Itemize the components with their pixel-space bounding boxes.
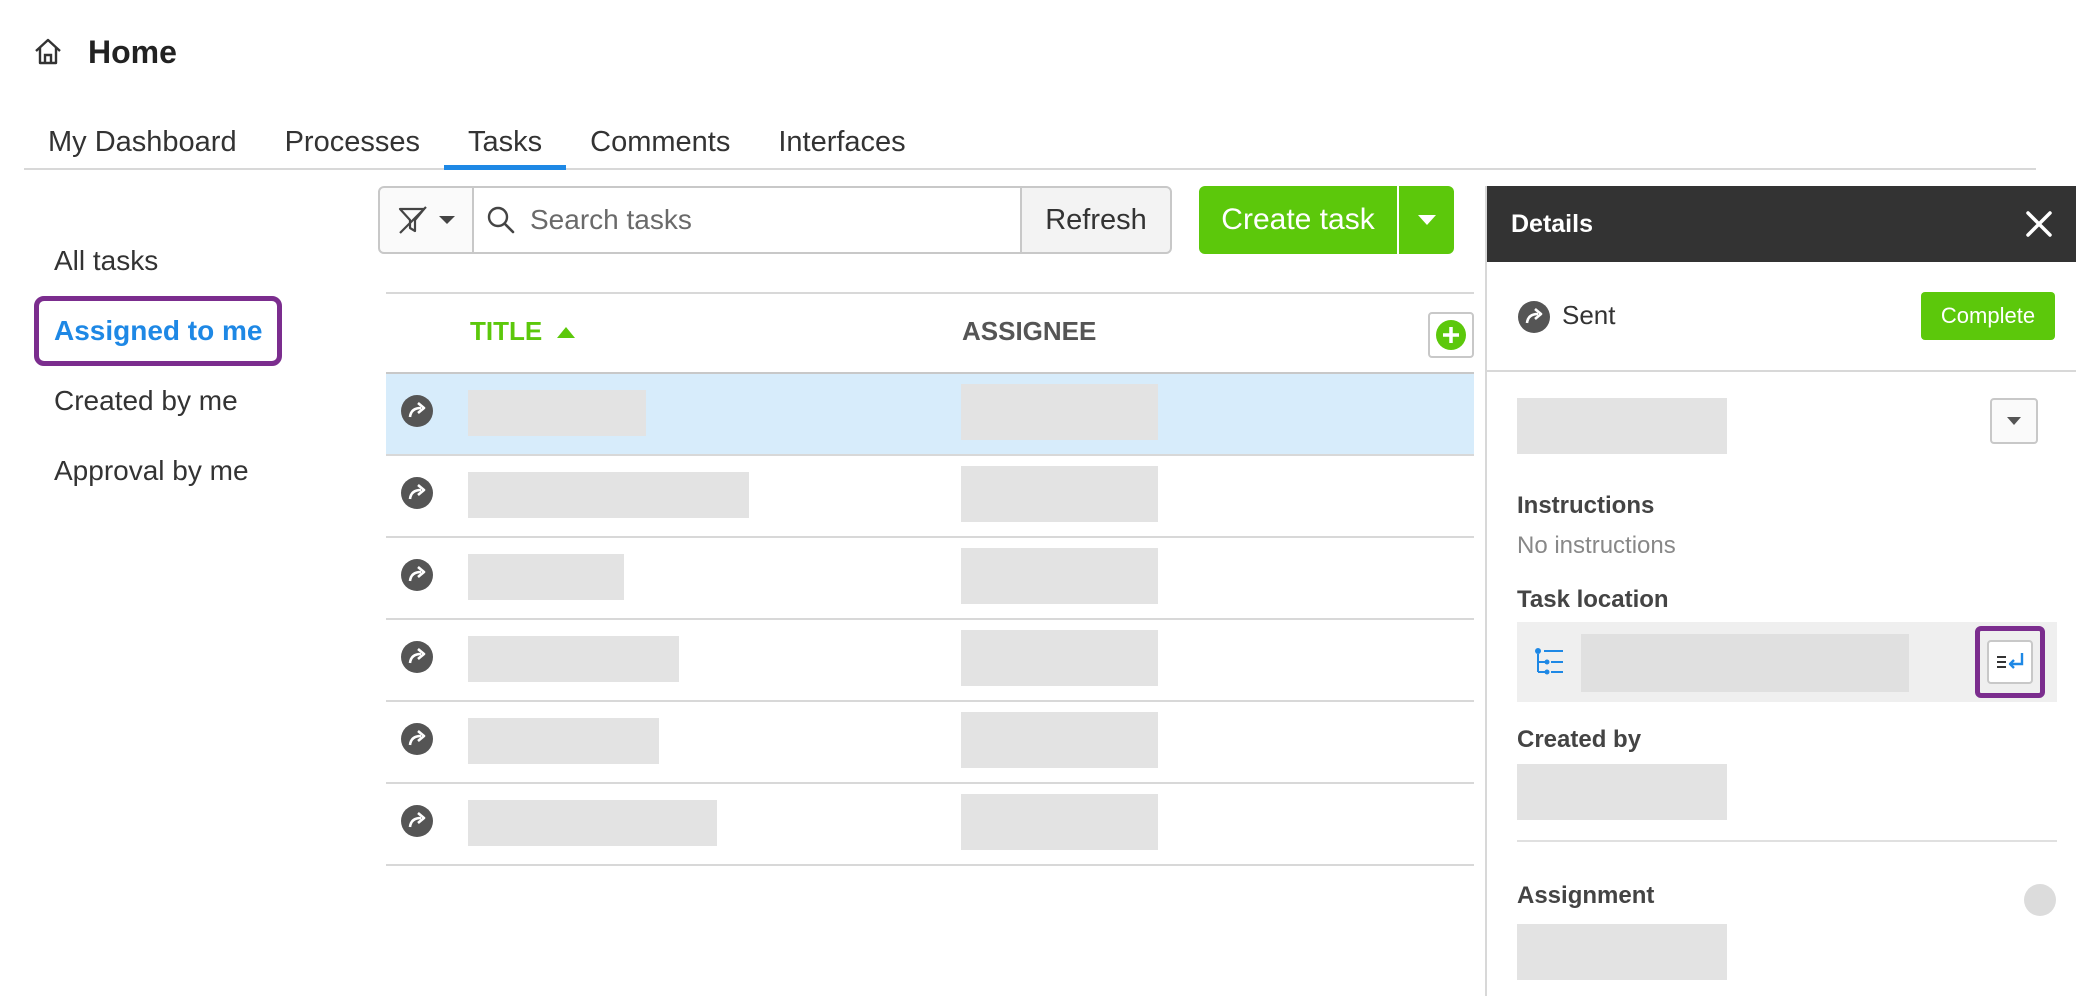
task-location-box	[1517, 622, 2057, 702]
assignment-label: Assignment	[1517, 882, 1655, 909]
go-to-location-highlight	[1975, 626, 2045, 698]
filter-button[interactable]	[378, 186, 474, 254]
assignee-placeholder	[961, 466, 1158, 522]
title-placeholder	[468, 390, 646, 436]
refresh-button[interactable]: Refresh	[1020, 186, 1172, 254]
nav-item-created-by-me[interactable]: Created by me	[34, 366, 294, 436]
table-row[interactable]	[386, 456, 1474, 538]
status-label: Sent	[1562, 300, 1616, 330]
search-input[interactable]	[530, 204, 990, 236]
created-by-placeholder	[1517, 764, 1727, 820]
sent-icon	[401, 723, 433, 755]
nav-item-approval-by-me[interactable]: Approval by me	[34, 436, 294, 506]
page-title: Home	[88, 33, 177, 70]
sent-icon	[401, 395, 433, 427]
column-title-label: TITLE	[470, 316, 543, 346]
assignee-placeholder	[961, 548, 1158, 604]
sent-icon	[401, 641, 433, 673]
tab-my-dashboard[interactable]: My Dashboard	[24, 118, 261, 168]
title-placeholder	[468, 472, 749, 518]
title-placeholder	[468, 636, 679, 682]
divider	[1517, 840, 2057, 842]
page-header: Home	[32, 30, 177, 74]
table-row[interactable]	[386, 538, 1474, 620]
details-panel: Details Sent Complete Instructions No in…	[1485, 186, 2076, 996]
column-header-assignee[interactable]: ASSIGNEE	[962, 316, 1096, 347]
sent-icon	[401, 477, 433, 509]
nav-item-all-tasks[interactable]: All tasks	[34, 226, 294, 296]
assignee-placeholder	[961, 630, 1158, 686]
table-row[interactable]	[386, 784, 1474, 866]
chevron-down-icon	[1417, 215, 1436, 225]
created-by-label: Created by	[1517, 726, 1642, 753]
task-filter-nav: All tasks Assigned to me Created by me A…	[34, 226, 294, 506]
create-task-button[interactable]: Create task	[1199, 186, 1397, 254]
assignment-toggle[interactable]	[2024, 884, 2056, 916]
tab-bar: My Dashboard Processes Tasks Comments In…	[24, 118, 2036, 170]
enter-location-icon	[1997, 653, 2024, 669]
tab-processes[interactable]: Processes	[261, 118, 444, 168]
task-table: TITLE ASSIGNEE	[386, 292, 1474, 866]
task-location-placeholder	[1581, 634, 1909, 692]
details-header: Details	[1487, 186, 2076, 262]
table-row[interactable]	[386, 620, 1474, 702]
task-status-row: Sent Complete	[1487, 262, 2076, 372]
sort-ascending-icon	[557, 326, 576, 338]
task-actions-dropdown[interactable]	[1990, 398, 2038, 444]
table-row[interactable]	[386, 702, 1474, 784]
task-location-label: Task location	[1517, 586, 1669, 613]
title-placeholder	[468, 718, 659, 764]
close-icon[interactable]	[2024, 209, 2054, 239]
table-header: TITLE ASSIGNEE	[386, 292, 1474, 374]
chevron-down-icon	[2007, 417, 2021, 425]
tree-structure-icon	[1535, 648, 1563, 675]
complete-button[interactable]: Complete	[1921, 292, 2055, 340]
assignment-placeholder	[1517, 924, 1727, 980]
assignee-placeholder	[961, 384, 1158, 440]
title-placeholder	[468, 800, 717, 846]
filter-off-icon	[398, 206, 427, 234]
tab-interfaces[interactable]: Interfaces	[754, 118, 929, 168]
create-task-dropdown-button[interactable]	[1399, 186, 1454, 254]
home-icon	[35, 38, 61, 65]
chevron-down-icon	[439, 216, 455, 224]
title-placeholder	[468, 554, 624, 600]
add-column-button[interactable]	[1428, 312, 1474, 358]
instructions-value: No instructions	[1517, 532, 1676, 559]
plus-circle-icon	[1436, 320, 1466, 350]
search-box[interactable]	[474, 186, 1020, 254]
nav-item-assigned-to-me[interactable]: Assigned to me	[34, 296, 282, 366]
search-icon	[487, 206, 515, 234]
sent-icon	[401, 559, 433, 591]
details-title: Details	[1511, 209, 1593, 238]
table-row[interactable]	[386, 374, 1474, 456]
tab-tasks[interactable]: Tasks	[443, 118, 567, 170]
sent-icon	[1518, 301, 1550, 333]
go-to-location-button[interactable]	[1987, 640, 2033, 684]
task-toolbar: Refresh	[378, 186, 1172, 254]
assignee-placeholder	[961, 794, 1158, 850]
assignee-placeholder	[961, 712, 1158, 768]
column-header-title[interactable]: TITLE	[470, 316, 576, 347]
instructions-label: Instructions	[1517, 492, 1655, 519]
task-title-placeholder	[1517, 398, 1727, 454]
sent-icon	[401, 805, 433, 837]
tab-comments[interactable]: Comments	[566, 118, 754, 168]
